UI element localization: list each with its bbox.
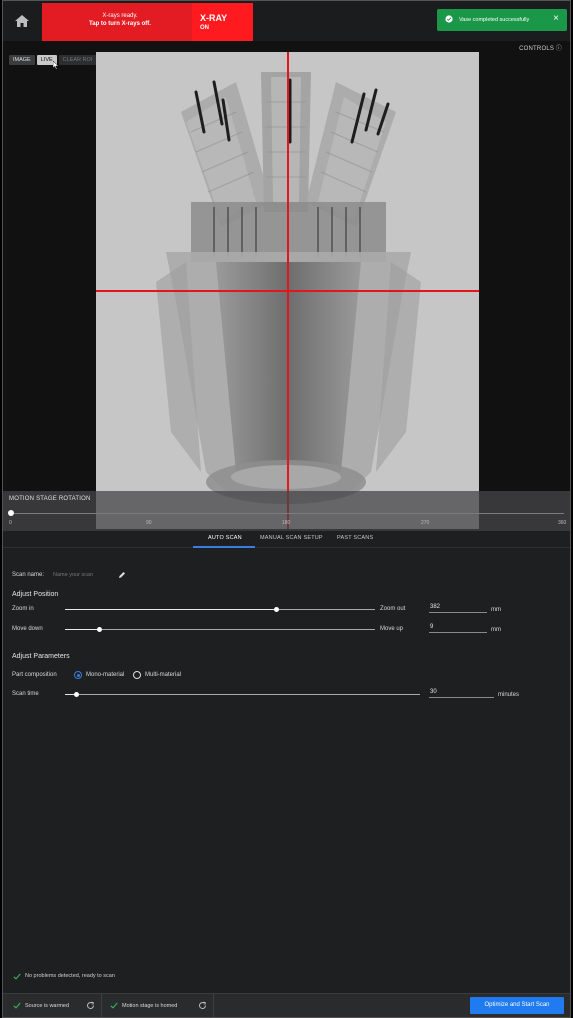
top-bar: X-rays ready. Tap to turn X-rays off. X-… bbox=[3, 1, 570, 41]
zoom-slider-fill bbox=[65, 609, 276, 610]
rotation-slider-knob[interactable] bbox=[8, 510, 14, 516]
rotation-tick: 90 bbox=[146, 520, 152, 526]
check-circle-icon bbox=[445, 15, 453, 23]
adjust-parameters-title: Adjust Parameters bbox=[12, 653, 70, 660]
motion-stage-status: Motion stage is homed bbox=[110, 994, 195, 1017]
xray-message: X-rays ready. Tap to turn X-rays off. bbox=[46, 12, 194, 28]
scan-time-slider-track[interactable] bbox=[65, 694, 420, 695]
toast-text: Vase completed successfully bbox=[459, 17, 530, 23]
refresh-icon[interactable] bbox=[86, 1001, 95, 1010]
rotation-label: MOTION STAGE ROTATION bbox=[9, 496, 91, 502]
move-slider-track[interactable] bbox=[65, 629, 375, 630]
check-icon bbox=[110, 1002, 118, 1009]
refresh-icon[interactable] bbox=[198, 1001, 207, 1010]
status-divider bbox=[101, 994, 102, 1017]
status-footer: Source is warmed Motion stage is homed O… bbox=[3, 993, 570, 1017]
xray-banner[interactable]: X-rays ready. Tap to turn X-rays off. X-… bbox=[42, 3, 253, 41]
xray-title: X-RAY bbox=[200, 13, 228, 23]
zoom-unit: mm bbox=[491, 607, 501, 613]
optimize-start-scan-button[interactable]: Optimize and Start Scan bbox=[470, 997, 564, 1014]
scan-name-input[interactable]: Name your scan bbox=[53, 572, 93, 578]
success-toast: Vase completed successfully × bbox=[437, 9, 567, 31]
part-composition-label: Part composition bbox=[12, 672, 57, 678]
motion-stage-rotation: MOTION STAGE ROTATION 0 90 180 270 360 bbox=[3, 491, 570, 531]
xray-message-line1: X-rays ready. bbox=[102, 13, 138, 19]
source-status: Source is warmed bbox=[13, 994, 83, 1017]
scan-time-unit: minutes bbox=[498, 692, 520, 698]
xray-status[interactable]: X-RAY ON bbox=[192, 3, 253, 41]
xray-viewer[interactable]: CONTROLS ⓘ IMAGE LIVE CLEAR ROI bbox=[3, 41, 570, 531]
tab-auto-scan[interactable]: AUTO SCAN bbox=[208, 535, 242, 541]
active-tab-indicator bbox=[193, 546, 255, 548]
mouse-cursor-icon bbox=[53, 61, 59, 70]
move-slider-fill bbox=[65, 629, 99, 630]
scan-time-input[interactable]: 30 bbox=[429, 689, 494, 698]
controls-label: CONTROLS bbox=[519, 46, 555, 52]
ready-status-text: No problems detected, ready to scan bbox=[25, 973, 115, 979]
crosshair-horizontal bbox=[96, 290, 479, 292]
mono-material-label[interactable]: Mono-material bbox=[86, 672, 124, 678]
zoom-slider-knob[interactable] bbox=[274, 607, 279, 612]
source-status-text: Source is warmed bbox=[25, 1003, 70, 1009]
tab-past-scans[interactable]: PAST SCANS bbox=[337, 535, 373, 541]
scan-time-slider-knob[interactable] bbox=[74, 692, 79, 697]
zoom-in-label: Zoom in bbox=[12, 606, 34, 612]
zoom-value-input[interactable]: 382 bbox=[429, 604, 487, 613]
home-icon[interactable] bbox=[11, 10, 33, 32]
view-tab-image[interactable]: IMAGE bbox=[9, 55, 35, 65]
rotation-tick: 0 bbox=[9, 520, 12, 526]
status-divider bbox=[213, 994, 214, 1017]
tab-manual-scan-setup[interactable]: MANUAL SCAN SETUP bbox=[260, 535, 323, 541]
rotation-tick: 270 bbox=[421, 520, 430, 526]
close-icon[interactable]: × bbox=[553, 14, 559, 24]
scan-time-label: Scan time bbox=[12, 691, 39, 697]
xray-message-line2: Tap to turn X-rays off. bbox=[89, 21, 151, 27]
move-slider-knob[interactable] bbox=[97, 627, 102, 632]
move-value-input[interactable]: 9 bbox=[429, 624, 487, 633]
adjust-position-title: Adjust Position bbox=[12, 591, 59, 598]
check-icon bbox=[13, 1002, 21, 1009]
rotation-tick: 180 bbox=[282, 520, 291, 526]
ready-status: No problems detected, ready to scan bbox=[13, 973, 115, 980]
check-icon bbox=[13, 973, 21, 980]
mono-material-radio[interactable] bbox=[74, 671, 82, 679]
info-icon: ⓘ bbox=[555, 46, 562, 52]
xray-state: ON bbox=[200, 25, 209, 31]
move-up-label: Move up bbox=[380, 626, 404, 632]
clear-roi-button[interactable]: CLEAR ROI bbox=[58, 55, 97, 65]
auto-scan-panel: Scan name: Name your scan Adjust Positio… bbox=[3, 549, 570, 989]
scan-tabs: AUTO SCAN MANUAL SCAN SETUP PAST SCANS bbox=[3, 531, 570, 548]
xray-image[interactable] bbox=[96, 52, 479, 529]
multi-material-radio[interactable] bbox=[133, 671, 141, 679]
controls-button[interactable]: CONTROLS ⓘ bbox=[519, 43, 562, 52]
move-down-label: Move down bbox=[12, 626, 43, 632]
multi-material-label[interactable]: Multi-material bbox=[145, 672, 181, 678]
rotation-tick: 360 bbox=[558, 520, 567, 526]
scan-name-label: Scan name: bbox=[12, 572, 45, 578]
pencil-icon[interactable] bbox=[118, 571, 126, 579]
motion-stage-status-text: Motion stage is homed bbox=[122, 1003, 178, 1009]
rotation-slider-track[interactable] bbox=[9, 513, 564, 514]
move-unit: mm bbox=[491, 627, 501, 633]
zoom-out-label: Zoom out bbox=[380, 606, 406, 612]
scanner-app: X-rays ready. Tap to turn X-rays off. X-… bbox=[2, 0, 571, 1018]
